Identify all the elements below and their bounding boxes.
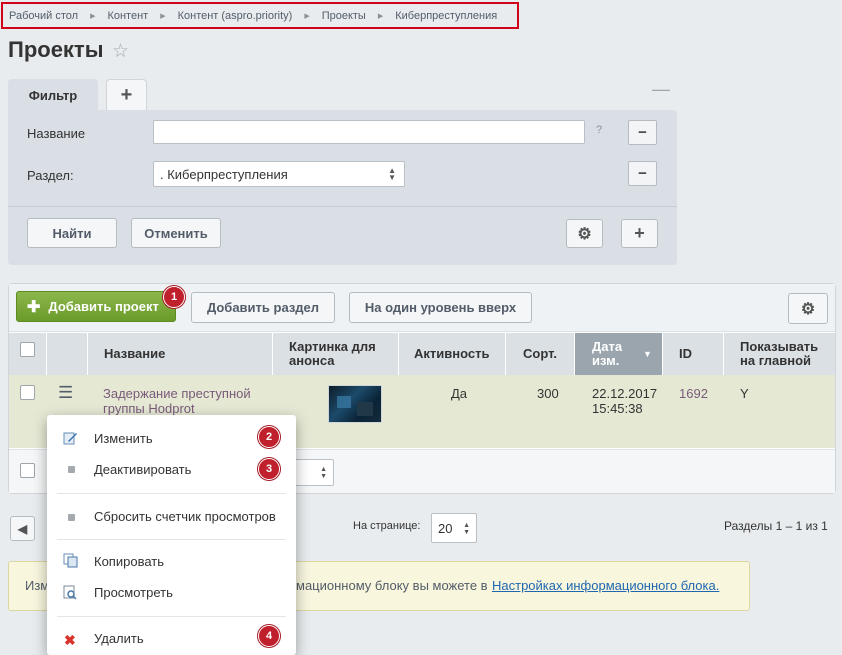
- breadcrumb-projects[interactable]: Проекты: [322, 10, 366, 22]
- notice-text-start: Изм: [25, 578, 50, 593]
- column-header-date[interactable]: Дата изм.: [592, 333, 642, 375]
- sort-desc-icon: ▼: [643, 349, 652, 359]
- breadcrumb-cybercrime[interactable]: Киберпреступления: [395, 10, 497, 22]
- breadcrumb-content[interactable]: Контент: [107, 10, 148, 22]
- name-label: Название: [27, 126, 86, 141]
- section-label: Раздел:: [27, 168, 74, 183]
- column-header-show-main[interactable]: Показывать на главной: [740, 333, 830, 375]
- row-active: Да: [451, 386, 468, 401]
- row-sort: 300: [537, 386, 559, 401]
- step-badge-2: 2: [258, 426, 280, 448]
- column-header-name[interactable]: Название: [104, 333, 165, 375]
- column-header-sort[interactable]: Сорт.: [523, 333, 557, 375]
- menu-item-reset-views[interactable]: Сбросить счетчик просмотров: [94, 509, 276, 524]
- tab-filter[interactable]: Фильтр: [8, 79, 98, 111]
- menu-divider: [57, 493, 286, 494]
- row-checkbox[interactable]: [20, 385, 35, 400]
- menu-item-deactivate[interactable]: Деактивировать: [94, 462, 191, 477]
- add-project-button[interactable]: ✚ Добавить проект: [16, 291, 176, 322]
- context-menu: [47, 415, 296, 655]
- column-header-active[interactable]: Активность: [414, 333, 489, 375]
- page-title: Проекты: [8, 37, 104, 62]
- bullet-icon: [68, 514, 75, 521]
- section-select[interactable]: . Киберпреступления ▲ ▼: [153, 161, 405, 187]
- group-checkbox[interactable]: [20, 463, 35, 478]
- breadcrumb: Рабочий стол ▶ Контент ▶ Контент (aspro.…: [1, 2, 519, 29]
- cancel-button[interactable]: Отменить: [131, 218, 221, 248]
- level-up-button[interactable]: На один уровень вверх: [349, 292, 532, 323]
- row-actions-menu-icon[interactable]: ☰: [58, 383, 73, 403]
- menu-item-edit[interactable]: Изменить: [94, 431, 153, 446]
- filter-divider: [8, 206, 677, 207]
- row-name-link[interactable]: Задержание преступной группы Hodprot: [103, 386, 268, 416]
- select-arrows-icon: ▲ ▼: [388, 166, 396, 182]
- breadcrumb-desktop[interactable]: Рабочий стол: [9, 10, 78, 22]
- menu-item-delete[interactable]: Удалить: [94, 631, 144, 646]
- row-id[interactable]: 1692: [679, 386, 708, 401]
- per-page-select[interactable]: 20 ▲ ▼: [431, 513, 477, 543]
- breadcrumb-separator-icon: ▶: [377, 12, 384, 20]
- notice-text: мационному блоку вы можете в: [296, 578, 488, 593]
- menu-divider: [57, 539, 286, 540]
- step-badge-1: 1: [163, 286, 185, 308]
- name-input[interactable]: [153, 120, 585, 144]
- add-section-button[interactable]: Добавить раздел: [191, 292, 335, 323]
- select-all-checkbox[interactable]: [20, 342, 35, 357]
- breadcrumb-separator-icon: ▶: [160, 12, 166, 20]
- preview-thumbnail: [328, 385, 382, 423]
- column-header-picture[interactable]: Картинка для анонса: [289, 333, 389, 375]
- edit-pencil-icon: [63, 431, 78, 445]
- plus-icon: ✚: [27, 298, 41, 316]
- find-button[interactable]: Найти: [27, 218, 117, 248]
- delete-x-icon: ✖: [64, 632, 76, 648]
- menu-item-copy[interactable]: Копировать: [94, 554, 164, 569]
- breadcrumb-content-aspro[interactable]: Контент (aspro.priority): [178, 10, 293, 22]
- menu-divider: [57, 616, 286, 617]
- per-page-value: 20: [438, 520, 453, 536]
- select-arrows-icon: ▲ ▼: [463, 522, 470, 536]
- bullet-icon: [68, 466, 75, 473]
- add-filter-tab-button[interactable]: +: [106, 79, 147, 110]
- per-page-label: На странице:: [353, 520, 421, 532]
- star-icon[interactable]: ☆: [112, 40, 129, 63]
- row-date: 22.12.2017 15:45:38: [592, 386, 658, 416]
- copy-icon: [63, 553, 78, 568]
- help-icon[interactable]: ?: [596, 124, 602, 136]
- iblock-settings-link[interactable]: Настройках информационного блока.: [492, 578, 719, 593]
- add-project-label: Добавить проект: [48, 299, 159, 314]
- remove-name-field-button[interactable]: −: [628, 120, 657, 145]
- prev-page-button[interactable]: ◀: [10, 516, 35, 541]
- section-select-value: . Киберпреступления: [160, 166, 288, 182]
- remove-section-field-button[interactable]: −: [628, 161, 657, 186]
- row-show-main: Y: [740, 386, 749, 401]
- filter-minimize-button[interactable]: —: [652, 80, 670, 98]
- column-header-id[interactable]: ID: [679, 333, 692, 375]
- step-badge-3: 3: [258, 458, 280, 480]
- gear-icon[interactable]: ⚙: [566, 219, 603, 248]
- menu-item-view[interactable]: Просмотреть: [94, 585, 173, 600]
- breadcrumb-separator-icon: ▶: [90, 12, 96, 20]
- select-arrows-icon: ▲ ▼: [320, 466, 327, 480]
- grid-settings-gear-icon[interactable]: ⚙: [788, 293, 828, 324]
- step-badge-4: 4: [258, 625, 280, 647]
- add-filter-field-button[interactable]: +: [621, 219, 658, 248]
- pagination-summary: Разделы 1 – 1 из 1: [724, 519, 828, 533]
- view-magnifier-icon: [63, 585, 78, 600]
- breadcrumb-separator-icon: ▶: [304, 12, 310, 20]
